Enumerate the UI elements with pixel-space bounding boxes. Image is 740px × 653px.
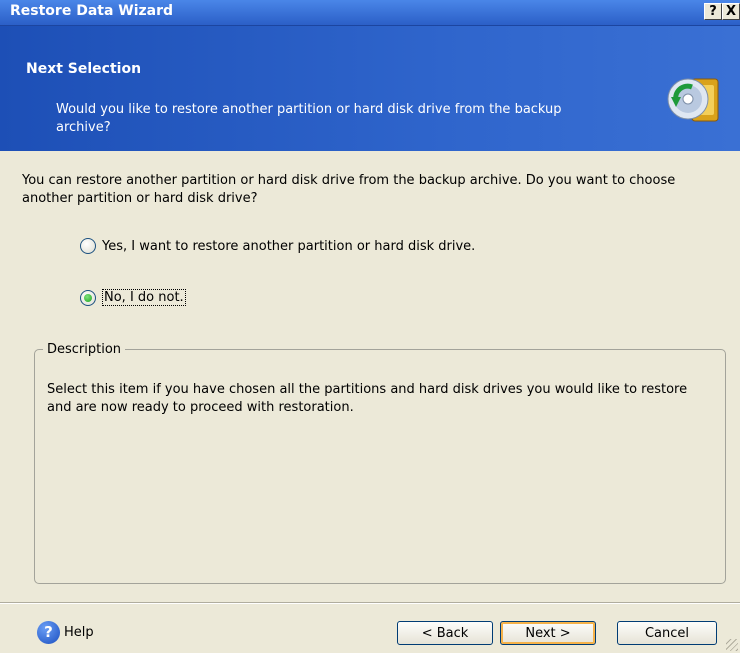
title-close-button[interactable]: X bbox=[722, 3, 740, 20]
question-text: You can restore another partition or har… bbox=[22, 173, 676, 206]
help-link[interactable]: Help bbox=[64, 625, 94, 640]
cancel-button[interactable]: Cancel bbox=[617, 621, 717, 645]
header-title: Next Selection bbox=[26, 61, 142, 77]
window-title: Restore Data Wizard bbox=[10, 3, 174, 19]
option-no-label[interactable]: No, I do not. bbox=[102, 289, 186, 306]
footer-divider bbox=[0, 602, 740, 604]
help-icon[interactable]: ? bbox=[37, 621, 60, 644]
header-subtitle: Would you like to restore another partit… bbox=[56, 102, 562, 135]
radio-checked[interactable] bbox=[80, 289, 96, 306]
restore-data-wizard-window: Restore Data Wizard ? X Next Selection W… bbox=[0, 0, 740, 653]
title-help-button[interactable]: ? bbox=[704, 3, 722, 20]
description-group: Description Select this item if you have… bbox=[34, 342, 726, 584]
option-no-radio[interactable]: No, I do not. bbox=[80, 289, 186, 306]
description-legend: Description bbox=[47, 342, 122, 357]
title-bar[interactable]: Restore Data Wizard ? X bbox=[0, 0, 740, 26]
option-yes-radio[interactable]: Yes, I want to restore another partition… bbox=[80, 238, 475, 254]
next-button[interactable]: Next > bbox=[500, 621, 596, 645]
radio-unchecked[interactable] bbox=[80, 238, 96, 254]
restore-disk-icon bbox=[667, 78, 719, 122]
back-button[interactable]: < Back bbox=[397, 621, 493, 645]
description-text: Select this item if you have chosen all … bbox=[47, 382, 688, 415]
wizard-header: Next Selection Would you like to restore… bbox=[0, 26, 740, 151]
resize-grip[interactable] bbox=[726, 639, 738, 651]
option-yes-label[interactable]: Yes, I want to restore another partition… bbox=[102, 239, 475, 254]
